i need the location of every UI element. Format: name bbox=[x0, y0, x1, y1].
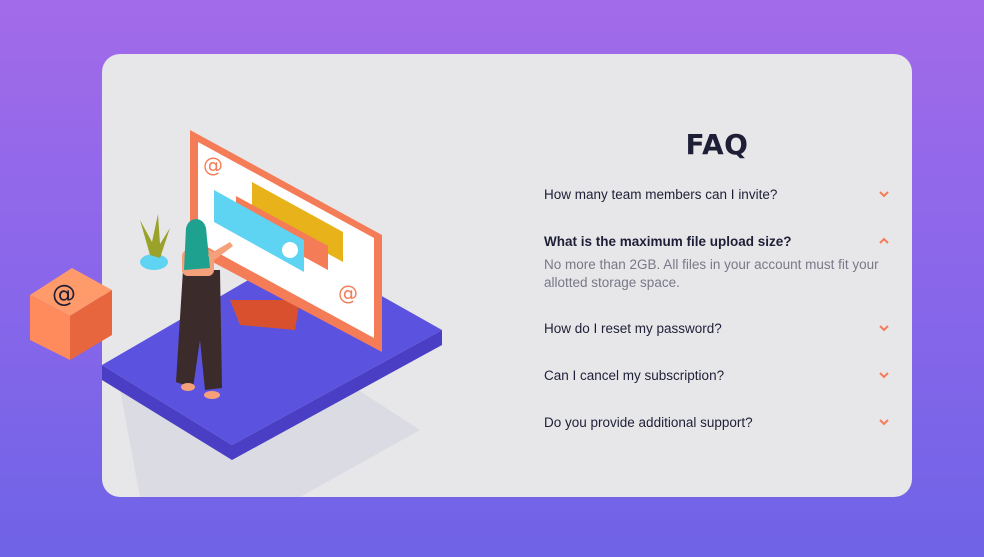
box-left bbox=[30, 295, 70, 360]
faq-question-2-toggle[interactable]: What is the maximum file upload size? bbox=[544, 230, 890, 252]
faq-title: FAQ bbox=[685, 128, 749, 161]
faq-item-4: Can I cancel my subscription? bbox=[544, 364, 890, 386]
faq-question-5: Do you provide additional support? bbox=[544, 414, 753, 430]
faq-item-2: What is the maximum file upload size? No… bbox=[544, 230, 890, 292]
faq-item-1: How many team members can I invite? bbox=[544, 183, 890, 205]
chevron-down-icon bbox=[879, 372, 889, 379]
faq-item-5: Do you provide additional support? bbox=[544, 411, 890, 433]
faq-question-4-toggle[interactable]: Can I cancel my subscription? bbox=[544, 364, 890, 386]
faq-question-1: How many team members can I invite? bbox=[544, 186, 778, 202]
faq-question-5-toggle[interactable]: Do you provide additional support? bbox=[544, 411, 890, 433]
faq-question-3: How do I reset my password? bbox=[544, 320, 722, 336]
faq-question-1-toggle[interactable]: How many team members can I invite? bbox=[544, 183, 890, 205]
faq-item-3: How do I reset my password? bbox=[544, 317, 890, 339]
chevron-down-icon bbox=[879, 191, 889, 198]
box-top bbox=[30, 268, 112, 316]
at-sign-box-icon: @ bbox=[52, 280, 76, 308]
faq-question-2: What is the maximum file upload size? bbox=[544, 233, 792, 249]
chevron-down-icon bbox=[879, 325, 889, 332]
faq-question-3-toggle[interactable]: How do I reset my password? bbox=[544, 317, 890, 339]
chevron-up-icon bbox=[879, 237, 889, 244]
chevron-down-icon bbox=[879, 419, 889, 426]
faq-question-4: Can I cancel my subscription? bbox=[544, 367, 725, 383]
faq-answer-2: No more than 2GB. All files in your acco… bbox=[544, 257, 879, 290]
faq-section: FAQ How many team members can I invite? … bbox=[544, 128, 890, 433]
